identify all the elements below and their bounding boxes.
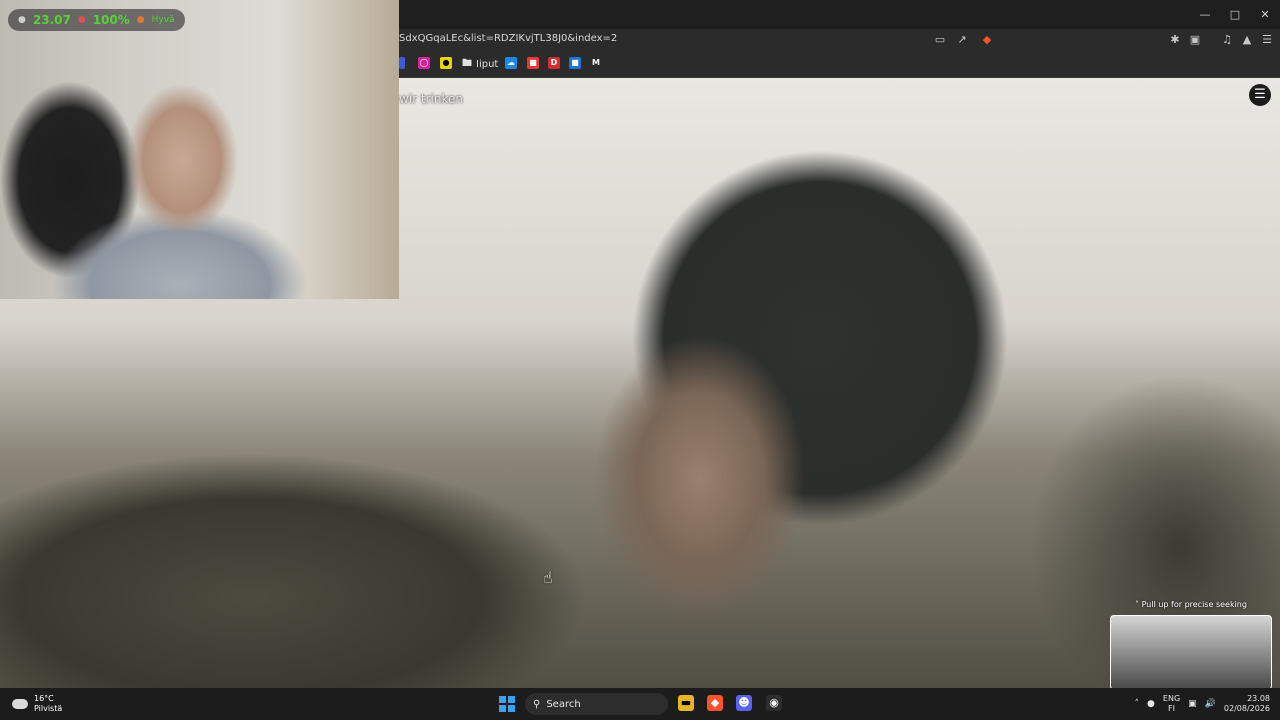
media-icon[interactable]: ♫ <box>1220 33 1234 47</box>
extensions-icon[interactable]: ✱ <box>1168 33 1182 47</box>
search-icon: ⚲ <box>533 698 541 710</box>
weather-text: 16°C Pilvistä <box>34 694 62 714</box>
sidebar-icon[interactable]: ▣ <box>1188 33 1202 47</box>
hand-cursor-icon: ☝ <box>543 568 553 587</box>
bookmark-icon[interactable] <box>399 57 405 69</box>
weather-desc: Pilvistä <box>34 704 63 713</box>
taskbar-search[interactable]: ⚲ Search <box>525 693 668 715</box>
video-subtitle: wir trinken <box>399 92 463 106</box>
signal-icon: ● <box>136 15 145 25</box>
seek-preview-thumbnail <box>1110 615 1272 690</box>
lang-top: ENG <box>1162 694 1181 703</box>
cloud-icon[interactable]: ☁ <box>505 57 517 69</box>
maximize-button[interactable]: □ <box>1220 0 1250 29</box>
window-controls: — □ ✕ <box>1190 0 1280 29</box>
bookmark-d-icon[interactable]: D <box>548 57 560 69</box>
language-indicator[interactable]: ENG FI <box>1163 694 1180 714</box>
network-icon[interactable]: ▣ <box>1188 699 1197 709</box>
bookmark-blue-icon[interactable]: ■ <box>569 57 581 69</box>
bookmark-m-icon[interactable]: M <box>590 57 602 69</box>
lang-bottom: FI <box>1168 704 1176 713</box>
alert-icon: ● <box>77 15 86 25</box>
webcam-overlay: ● 23.07 ● 100% ● Hyvä <box>0 0 399 299</box>
system-tray: ˄ ● ENG FI ▣ 🔊 23.08 02/08/2026 <box>1135 688 1280 720</box>
seek-hint-text: Pull up for precise seeking <box>1141 600 1247 609</box>
discord-icon[interactable]: ☻ <box>736 695 752 711</box>
bookmark-folder-label: Iiput <box>476 59 499 70</box>
folder-icon: 🖿 <box>462 58 472 69</box>
brave-shield-icon[interactable]: ◆ <box>980 33 994 47</box>
vpn-icon[interactable]: ▲ <box>1240 33 1254 47</box>
instagram-icon[interactable]: ◯ <box>418 57 430 69</box>
close-button[interactable]: ✕ <box>1250 0 1280 29</box>
bookmark-red-icon[interactable]: ■ <box>527 57 539 69</box>
signal-label: Hyvä <box>151 15 175 25</box>
clock[interactable]: 23.08 02/08/2026 <box>1224 694 1270 714</box>
brave-browser-icon[interactable]: ◆ <box>707 695 723 711</box>
chevron-up-icon[interactable]: ˄ <box>1135 699 1140 709</box>
menu-icon[interactable]: ☰ <box>1260 33 1274 47</box>
microphone-icon[interactable]: ● <box>1147 699 1155 709</box>
taskbar: 16°C Pilvistä ⚲ Search ▬ ◆ ☻ ◉ ˄ ● ENG F… <box>0 688 1280 720</box>
overlay-stats: ● 23.07 ● 100% ● Hyvä <box>8 9 185 31</box>
fps-readout: 23.07 <box>32 13 71 27</box>
weather-widget[interactable]: 16°C Pilvistä <box>12 694 62 714</box>
snapchat-icon[interactable]: ● <box>440 57 452 69</box>
seek-hint: ˄ Pull up for precise seeking <box>1135 600 1247 609</box>
file-explorer-icon[interactable]: ▬ <box>678 695 694 711</box>
share-icon[interactable]: ↗ <box>955 33 969 47</box>
windows-start-icon[interactable] <box>499 696 515 712</box>
obs-icon[interactable]: ◉ <box>766 695 782 711</box>
battery-readout: 100% <box>92 13 130 27</box>
search-label: Search <box>546 698 581 710</box>
clock-time: 23.08 <box>1247 694 1270 703</box>
bookmark-folder[interactable]: 🖿 Iiput <box>462 56 498 73</box>
cast-icon[interactable]: ▭ <box>933 33 947 47</box>
record-icon: ● <box>18 15 26 25</box>
weather-temp: 16°C <box>34 694 54 703</box>
chapters-button[interactable]: ☰ <box>1249 84 1271 106</box>
volume-icon[interactable]: 🔊 <box>1205 699 1216 709</box>
cloud-icon <box>12 699 28 709</box>
clock-date: 02/08/2026 <box>1223 704 1270 713</box>
url-field[interactable]: SdxQGqaLEc&list=RDZIKvjTL38J0&index=2 <box>399 33 617 44</box>
minimize-button[interactable]: — <box>1190 0 1220 29</box>
